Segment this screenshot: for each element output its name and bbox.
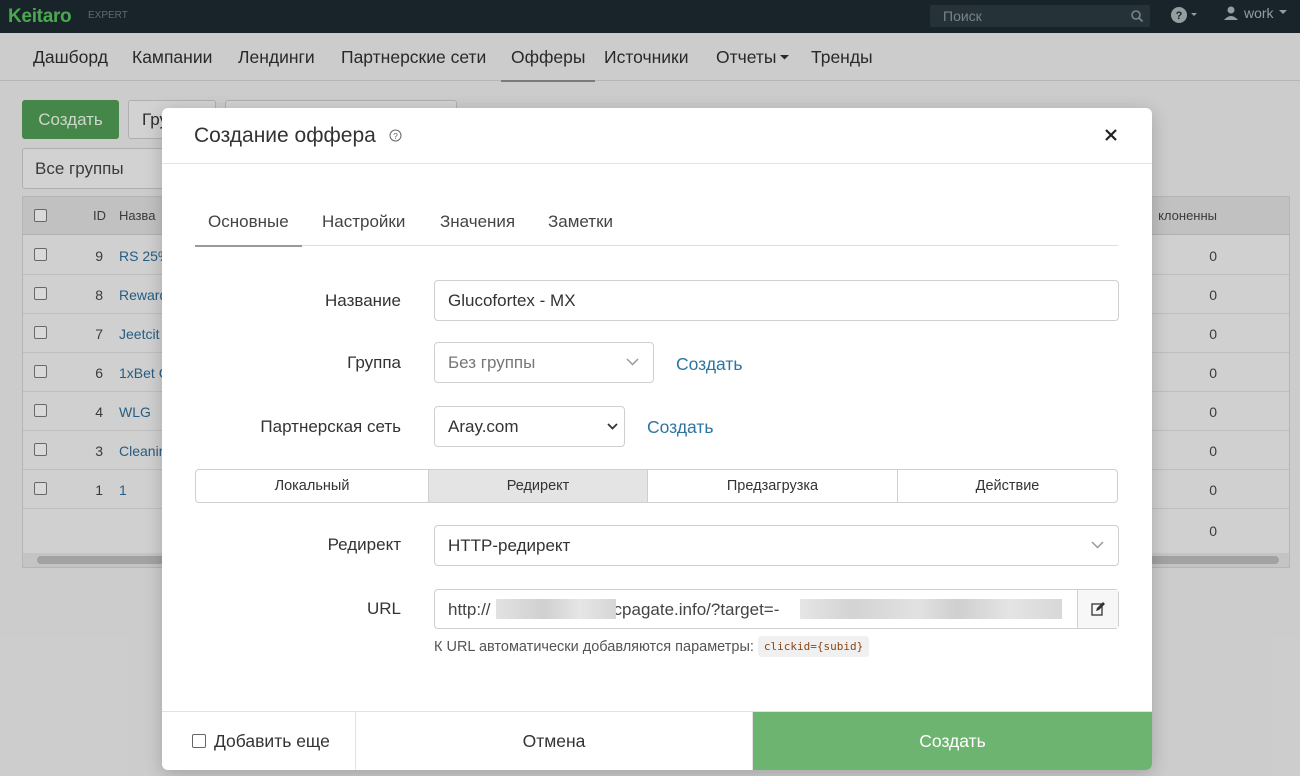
redacted-region — [800, 599, 1062, 619]
network-value: Aray.com — [448, 417, 519, 436]
url-label: URL — [366, 599, 401, 618]
tab-settings[interactable]: Настройки — [322, 212, 405, 232]
close-icon[interactable] — [1102, 126, 1120, 144]
name-label: Название — [325, 291, 401, 310]
cancel-button[interactable]: Отмена — [356, 712, 753, 770]
type-preload[interactable]: Предзагрузка — [648, 470, 898, 502]
offer-type-segmented: Локальный Редирект Предзагрузка Действие — [195, 469, 1118, 503]
chevron-down-icon — [1091, 541, 1104, 549]
redirect-select[interactable]: HTTP-редирект — [434, 525, 1119, 566]
url-scheme: http:// — [448, 600, 491, 619]
type-redirect[interactable]: Редирект — [429, 470, 648, 502]
help-circle-icon[interactable]: ? — [389, 129, 402, 142]
group-label: Группа — [347, 353, 401, 372]
url-host: cpagate.info/?target=- — [613, 600, 780, 619]
type-local[interactable]: Локальный — [196, 470, 429, 502]
network-label: Партнерская сеть — [260, 417, 401, 436]
submit-create-button[interactable]: Создать — [753, 712, 1152, 770]
type-action[interactable]: Действие — [898, 470, 1117, 502]
edit-icon — [1091, 602, 1105, 616]
redirect-label: Редирект — [327, 535, 401, 554]
modal-header: Создание оффера ? — [162, 108, 1152, 164]
chevron-down-icon — [626, 358, 639, 366]
modal-tabs: Основные Настройки Значения Заметки — [195, 200, 1118, 247]
network-select[interactable]: Aray.com — [434, 406, 625, 447]
modal-title: Создание оффера — [194, 124, 376, 147]
add-more-checkbox[interactable] — [192, 734, 206, 748]
add-more-toggle[interactable]: Добавить еще — [162, 712, 356, 770]
url-hint-text: К URL автоматически добавляются параметр… — [434, 638, 754, 655]
tab-basic[interactable]: Основные — [195, 212, 302, 247]
chevron-down-icon — [607, 423, 618, 430]
redirect-value: HTTP-редирект — [448, 536, 571, 555]
tab-notes[interactable]: Заметки — [548, 212, 613, 232]
name-value: Glucofortex - MX — [448, 291, 576, 310]
name-input[interactable]: Glucofortex - MX — [434, 280, 1119, 321]
url-edit-button[interactable] — [1077, 590, 1118, 628]
create-offer-modal: Создание оффера ? Основные Настройки Зна… — [162, 108, 1152, 770]
group-select[interactable]: Без группы — [434, 342, 654, 383]
redacted-region — [496, 599, 616, 619]
url-input[interactable]: http:// cpagate.info/?target=- — [434, 589, 1119, 629]
tab-values[interactable]: Значения — [440, 212, 515, 232]
url-hint-code: clickid={subid} — [757, 636, 870, 657]
add-more-label: Добавить еще — [214, 730, 330, 751]
create-network-link[interactable]: Создать — [647, 417, 714, 438]
modal-footer: Добавить еще Отмена Создать — [162, 711, 1152, 770]
group-value: Без группы — [448, 353, 536, 372]
svg-text:?: ? — [393, 131, 398, 141]
create-group-link[interactable]: Создать — [676, 354, 743, 375]
url-hint: К URL автоматически добавляются параметр… — [434, 636, 870, 657]
